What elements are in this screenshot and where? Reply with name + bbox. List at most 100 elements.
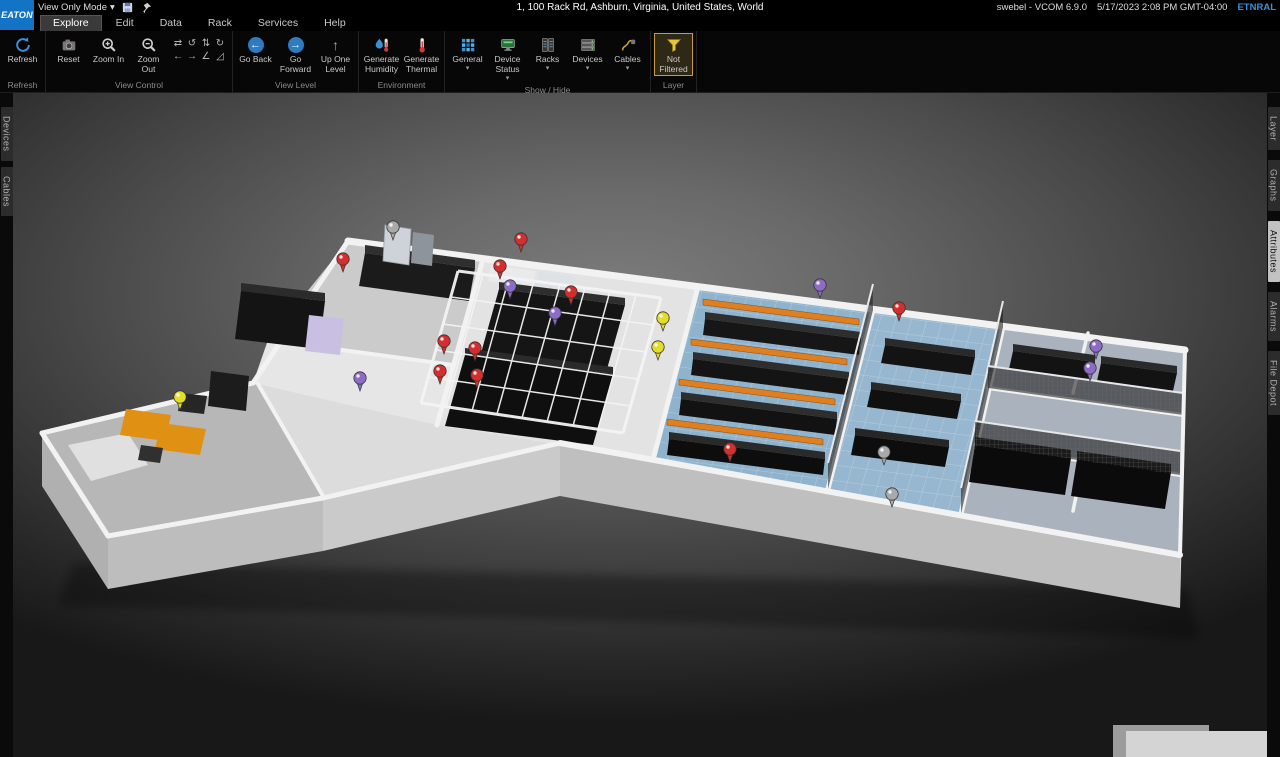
pan-updown-icon[interactable]: ⇅	[199, 37, 213, 50]
titlebar-right: swebel - VCOM 6.9.0 5/17/2023 2:08 PM GM…	[997, 2, 1280, 13]
chevron-down-icon: ▾	[110, 2, 115, 13]
dock-tab-layer[interactable]: Layer	[1268, 107, 1280, 150]
ribbon-caption-environment: Environment	[362, 78, 441, 92]
ribbon-group-layer: Not Filtered Layer	[651, 31, 697, 92]
menu-tab-rack[interactable]: Rack	[196, 16, 244, 31]
user-version-label: swebel - VCOM 6.9.0	[997, 2, 1087, 13]
ribbon-caption-view-control: View Control	[49, 78, 229, 92]
go-forward-button[interactable]: → Go Forward	[276, 33, 315, 76]
dock-tab-alarms[interactable]: Alarms	[1268, 292, 1280, 341]
pan-left-icon[interactable]: ←	[171, 50, 185, 63]
menu-bar: Explore Edit Data Rack Services Help	[0, 15, 1280, 31]
menu-tab-edit[interactable]: Edit	[104, 16, 146, 31]
menu-tab-data[interactable]: Data	[148, 16, 194, 31]
reset-button-label: Reset	[57, 55, 79, 65]
chevron-down-icon: ▾	[586, 65, 590, 72]
corner-panel	[1126, 731, 1267, 757]
datacenter-3d-floorplan[interactable]	[13, 93, 1267, 757]
racks-icon	[539, 35, 557, 55]
filter-funnel-icon	[665, 35, 683, 55]
go-forward-button-label: Go Forward	[277, 55, 314, 75]
view-mode-selector[interactable]: View Only Mode ▾	[38, 2, 115, 13]
humidity-icon	[373, 35, 391, 55]
cables-icon	[619, 35, 637, 55]
alarm-pin-purple[interactable]	[814, 279, 826, 298]
pin-icon[interactable]	[140, 1, 153, 14]
view-mode-label: View Only Mode	[38, 2, 107, 13]
ribbon-group-refresh: Refresh Refresh	[0, 31, 46, 92]
tilt-plane-icon[interactable]: ◿	[213, 50, 227, 63]
rotate-left-icon[interactable]: ↺	[185, 37, 199, 50]
up-one-level-button[interactable]: ↑ Up One Level	[316, 33, 355, 76]
go-forward-icon: →	[288, 37, 304, 53]
devices-icon	[579, 35, 597, 55]
reset-button[interactable]: Reset	[49, 33, 88, 66]
chevron-down-icon: ▾	[506, 75, 510, 82]
ribbon-group-environment: Generate Humidity Generate Thermal Envir…	[359, 31, 445, 92]
datetime-label: 5/17/2023 2:08 PM GMT-04:00	[1097, 2, 1227, 13]
pan-right-icon[interactable]: →	[185, 50, 199, 63]
chevron-down-icon: ▾	[546, 65, 550, 72]
general-grid-icon	[459, 35, 477, 55]
device-status-dropdown-button[interactable]: Device Status ▾	[488, 33, 527, 83]
ribbon-group-view-level: ← Go Back → Go Forward ↑ Up One Level Vi…	[233, 31, 359, 92]
general-dropdown-button[interactable]: General ▾	[448, 33, 487, 73]
zoom-out-button[interactable]: Zoom Out	[129, 33, 168, 76]
menu-tab-explore[interactable]: Explore	[40, 15, 102, 31]
device-status-label: Device Status	[489, 55, 526, 75]
dock-tab-devices[interactable]: Devices	[1, 107, 13, 161]
vcom-app: EATON View Only Mode ▾ 1, 100 Rack Rd, A…	[0, 0, 1280, 757]
corner-brand-link[interactable]: ETNRAL	[1237, 2, 1276, 13]
reset-camera-icon	[60, 35, 78, 55]
refresh-button[interactable]: Refresh	[3, 33, 42, 66]
ribbon: Refresh Refresh Reset Zoom In	[0, 31, 1280, 93]
generate-humidity-label: Generate Humidity	[363, 55, 400, 75]
main-area: Devices Cables	[0, 93, 1280, 757]
ribbon-caption-view-level: View Level	[236, 78, 355, 92]
menu-tab-help[interactable]: Help	[312, 16, 358, 31]
thermal-icon	[413, 35, 431, 55]
chevron-down-icon: ▾	[466, 65, 470, 72]
dock-tab-cables[interactable]: Cables	[1, 167, 13, 216]
alarm-pin-red[interactable]	[515, 233, 527, 252]
zoom-out-icon	[140, 35, 158, 55]
left-dock: Devices Cables	[0, 93, 13, 757]
device-status-icon	[499, 35, 517, 55]
not-filtered-button[interactable]: Not Filtered	[654, 33, 693, 76]
refresh-button-label: Refresh	[8, 55, 38, 65]
go-back-icon: ←	[248, 37, 264, 53]
dock-tab-graphs[interactable]: Graphs	[1268, 160, 1280, 211]
save-icon[interactable]	[121, 1, 134, 14]
ribbon-group-show-hide: General ▾ Device Status ▾ Racks ▾	[445, 31, 651, 92]
title-bar: EATON View Only Mode ▾ 1, 100 Rack Rd, A…	[0, 0, 1280, 15]
go-back-button-label: Go Back	[239, 55, 272, 65]
devices-label: Devices	[572, 55, 602, 65]
dock-tab-attributes[interactable]: Attributes	[1268, 221, 1280, 282]
chevron-down-icon: ▾	[626, 65, 630, 72]
racks-dropdown-button[interactable]: Racks ▾	[528, 33, 567, 73]
generate-humidity-button[interactable]: Generate Humidity	[362, 33, 401, 76]
dock-tab-file-depot[interactable]: File Depot	[1268, 351, 1280, 415]
menu-tab-services[interactable]: Services	[246, 16, 310, 31]
up-one-level-icon: ↑	[332, 37, 339, 53]
generate-thermal-button[interactable]: Generate Thermal	[402, 33, 441, 76]
devices-dropdown-button[interactable]: Devices ▾	[568, 33, 607, 73]
floorplan-3d-canvas[interactable]	[13, 93, 1267, 757]
not-filtered-label: Not Filtered	[655, 55, 692, 75]
racks-label: Racks	[536, 55, 560, 65]
cables-dropdown-button[interactable]: Cables ▾	[608, 33, 647, 73]
eaton-logo: EATON	[0, 0, 34, 30]
zoom-in-button[interactable]: Zoom In	[89, 33, 128, 66]
right-dock: Layer Graphs Attributes Alarms File Depo…	[1267, 93, 1280, 757]
tilt-angle-icon[interactable]: ∠	[199, 50, 213, 63]
up-one-level-button-label: Up One Level	[317, 55, 354, 75]
refresh-icon	[14, 35, 32, 55]
pan-rotate-pad: ⇄ ↺ ⇅ ↻ ← → ∠ ◿	[171, 37, 227, 63]
general-label: General	[452, 55, 482, 65]
go-back-button[interactable]: ← Go Back	[236, 33, 275, 66]
ribbon-caption-refresh: Refresh	[3, 78, 42, 92]
rotate-right-icon[interactable]: ↻	[213, 37, 227, 50]
ribbon-group-view-control: Reset Zoom In Zoom Out ⇄ ↺	[46, 31, 233, 92]
zoom-out-button-label: Zoom Out	[130, 55, 167, 75]
pan-arrow-icon[interactable]: ⇄	[171, 37, 185, 50]
